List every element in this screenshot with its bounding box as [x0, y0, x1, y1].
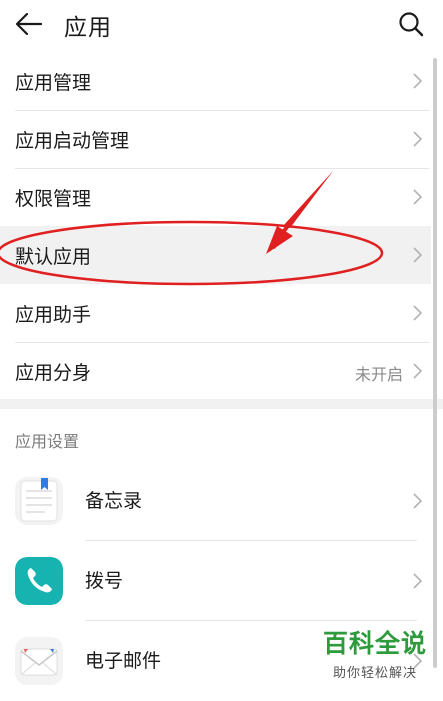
chevron-right-icon [413, 73, 423, 89]
settings-item-label: 默认应用 [15, 246, 92, 268]
settings-item-permissions[interactable]: 权限管理 [0, 168, 431, 226]
watermark-subtitle: 助你轻松解决 [332, 666, 417, 681]
app-name: 备忘录 [85, 490, 143, 512]
chevron-right-icon [413, 247, 423, 263]
notepad-icon [15, 477, 63, 525]
phone-icon [15, 557, 63, 605]
chevron-right-icon [413, 131, 423, 147]
app-name: 电子邮件 [85, 650, 162, 672]
chevron-right-icon [413, 363, 423, 379]
arrow-left-icon[interactable] [14, 10, 44, 38]
app-name: 拨号 [85, 570, 124, 592]
settings-item-label: 应用分身 [15, 362, 92, 384]
settings-item-app-twin[interactable]: 应用分身 未开启 [0, 342, 431, 400]
page-title: 应用 [64, 15, 112, 41]
settings-item-label: 应用管理 [15, 72, 92, 94]
app-item-notes[interactable]: 备忘录 [0, 461, 431, 541]
settings-item-label: 应用助手 [15, 304, 92, 326]
settings-item-app-management[interactable]: 应用管理 [0, 52, 431, 110]
mail-icon [15, 637, 63, 685]
settings-item-label: 应用启动管理 [15, 130, 130, 152]
section-gap [0, 399, 443, 409]
chevron-right-icon [413, 573, 423, 589]
app-item-dialer[interactable]: 拨号 [0, 541, 431, 621]
chevron-right-icon [413, 189, 423, 205]
settings-item-default-apps[interactable]: 默认应用 [0, 226, 431, 284]
settings-item-app-launch[interactable]: 应用启动管理 [0, 110, 431, 168]
chevron-right-icon [413, 305, 423, 321]
top-bar: 应用 [0, 0, 443, 50]
watermark-title: 百科全说 [322, 629, 427, 658]
section-header: 应用设置 [15, 432, 80, 451]
watermark: 百科全说 助你轻松解决 [312, 624, 438, 681]
search-icon[interactable] [397, 10, 425, 38]
status-value: 未开启 [354, 365, 403, 384]
scrollbar[interactable] [433, 58, 437, 668]
settings-item-label: 权限管理 [15, 188, 92, 210]
chevron-right-icon [413, 493, 423, 509]
settings-item-app-assistant[interactable]: 应用助手 [0, 284, 431, 342]
